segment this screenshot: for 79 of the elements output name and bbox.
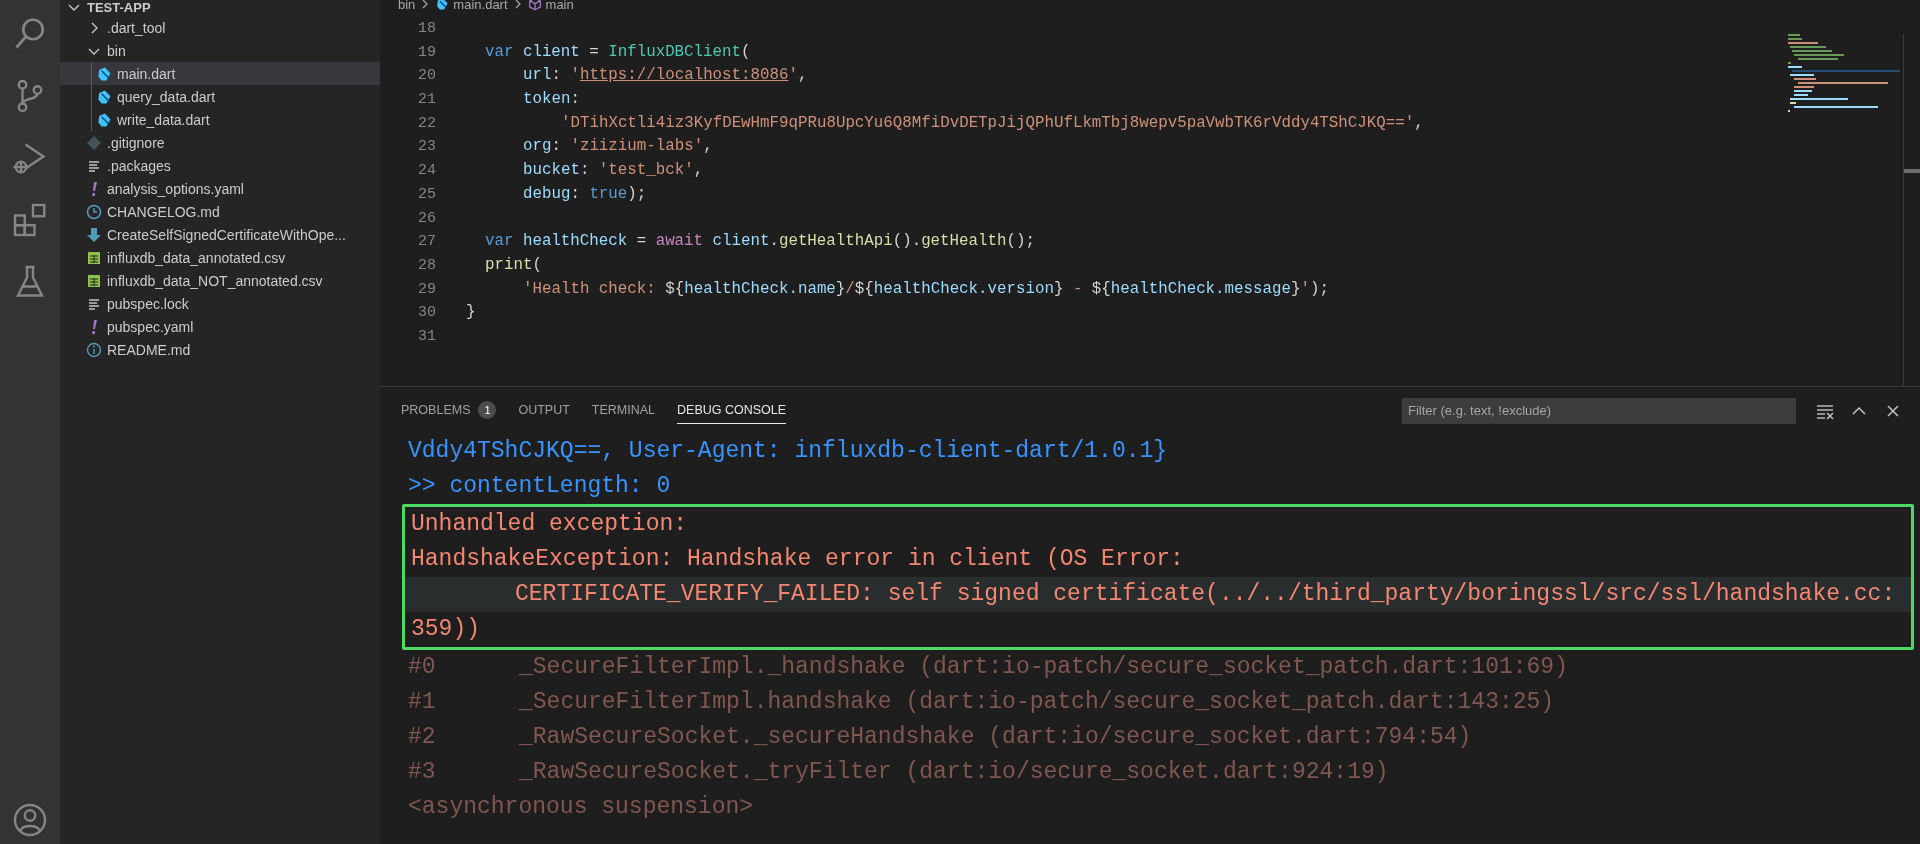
code-line: url: 'https://localhost:8086',	[522, 65, 808, 87]
down-arrow-icon	[86, 226, 102, 243]
explorer-section-header[interactable]: TEST-APP	[60, 0, 380, 16]
panel-tab[interactable]: DEBUG CONSOLE	[677, 397, 787, 424]
stack-frame-number: #0	[408, 653, 437, 682]
line-number: 25	[417, 184, 436, 205]
line-number: 27	[417, 232, 436, 253]
file-item[interactable]: README.md	[60, 338, 380, 361]
scrollbar-thumb[interactable]	[1904, 169, 1920, 173]
stack-frame-call: _RawSecureSocket._secureHandshake (dart:io/secure_socket.dart:794:54)	[519, 723, 1472, 752]
line-number: 28	[417, 255, 436, 276]
cube-icon	[527, 0, 542, 12]
extensions-icon[interactable]	[12, 202, 48, 238]
console-line: >> contentLength: 0	[408, 472, 672, 501]
dart-file-icon	[96, 65, 112, 82]
table-icon	[86, 272, 102, 289]
stack-frame-number: #2	[408, 723, 437, 752]
clock-icon	[86, 203, 102, 220]
file-item[interactable]: CHANGELOG.md	[60, 200, 380, 223]
indent-guide	[91, 62, 92, 131]
count-badge: 1	[478, 401, 497, 419]
line-number: 22	[417, 113, 436, 134]
line-number: 21	[417, 90, 436, 111]
panel-tab[interactable]: PROBLEMS 1	[401, 395, 497, 426]
file-item[interactable]: write_data.dart	[60, 108, 380, 131]
panel-tab[interactable]: TERMINAL	[591, 397, 656, 424]
file-item[interactable]: influxdb_data_NOT_annotated.csv	[60, 269, 380, 292]
file-item[interactable]: influxdb_data_annotated.csv	[60, 246, 380, 269]
console-line: Vddy4TShCJKQ==, User-Agent: influxdb-client-dart/1.0.1}	[408, 437, 1169, 466]
line-number: 20	[417, 66, 436, 87]
dart-file-icon	[435, 0, 450, 12]
line-number: 29	[417, 279, 436, 300]
line-number: 26	[417, 208, 436, 229]
line-number: 31	[417, 326, 436, 347]
code-line: print(	[484, 254, 542, 276]
file-item[interactable]: main.dart	[60, 62, 380, 85]
filter-field[interactable]: Filter (e.g. text, !exclude)	[1402, 397, 1796, 424]
file-item[interactable]: pubspec.lock	[60, 292, 380, 315]
code-line: bucket: 'test_bck',	[522, 160, 704, 182]
dart-file-icon	[96, 88, 112, 105]
console-line: Unhandled exception:	[411, 510, 689, 539]
info-icon	[86, 341, 102, 358]
code-line: 'Health check: ${healthCheck.name}/${healthCheck.version} - ${healthCheck.message}');	[522, 278, 1329, 300]
stack-frame-number: #1	[408, 688, 437, 717]
folder-item[interactable]: .dart_tool	[60, 16, 380, 39]
dart-file-icon	[96, 111, 112, 128]
line-number: 19	[417, 42, 436, 63]
code-line: 'DTihXctli4iz3KyfDEwHmF9qPRu8UpcYu6Q8MfiDvDETpJijQPhUfLkmTbj8wepv5paVwbTK6rVddy4TShCJKQ==',	[560, 112, 1424, 134]
diamond-icon	[86, 134, 102, 151]
code-line: debug: true);	[522, 183, 647, 205]
stack-frame-number: #3	[408, 758, 437, 787]
stack-frame-call: _SecureFilterImpl.handshake (dart:io-patch/secure_socket_patch.dart:143:25)	[519, 688, 1555, 717]
code-line: org: 'ziizium-labs',	[522, 136, 713, 158]
breadcrumb-item[interactable]: main	[527, 0, 574, 12]
file-item[interactable]: query_data.dart	[60, 85, 380, 108]
file-item[interactable]: pubspec.yaml	[60, 315, 380, 338]
file-item[interactable]: .gitignore	[60, 131, 380, 154]
line-number: 30	[417, 303, 436, 324]
file-item[interactable]: .packages	[60, 154, 380, 177]
line-number: 24	[417, 161, 436, 182]
folder-item[interactable]: bin	[60, 39, 380, 62]
line-number: 23	[417, 137, 436, 158]
line-number: 18	[417, 19, 436, 39]
code-line: token:	[522, 89, 580, 111]
code-line: var client = InfluxDBClient(	[484, 41, 751, 63]
console-line: <asynchronous suspension>	[408, 793, 754, 822]
code-line: }	[466, 302, 476, 324]
stack-frame-call: _RawSecureSocket._tryFilter (dart:io/secure_socket.dart:924:19)	[519, 758, 1389, 787]
account-icon[interactable]	[12, 802, 48, 838]
panel-tab[interactable]: OUTPUT	[518, 397, 570, 424]
breadcrumb-item[interactable]: bin	[398, 0, 416, 12]
breadcrumb-item[interactable]: main.dart	[435, 0, 508, 12]
code-line: var healthCheck = await client.getHealthApi().getHealth();	[484, 231, 1035, 253]
console-line: HandshakeException: Handshake error in client (OS Error:	[411, 545, 1185, 574]
file-item[interactable]: analysis_options.yaml	[60, 177, 380, 200]
stack-frame-call: _SecureFilterImpl._handshake (dart:io-patch/secure_socket_patch.dart:101:69)	[519, 653, 1568, 682]
file-item[interactable]: CreateSelfSignedCertificateWithOpe...	[60, 223, 380, 246]
table-icon	[86, 249, 102, 266]
console-line: 359))	[411, 615, 481, 644]
